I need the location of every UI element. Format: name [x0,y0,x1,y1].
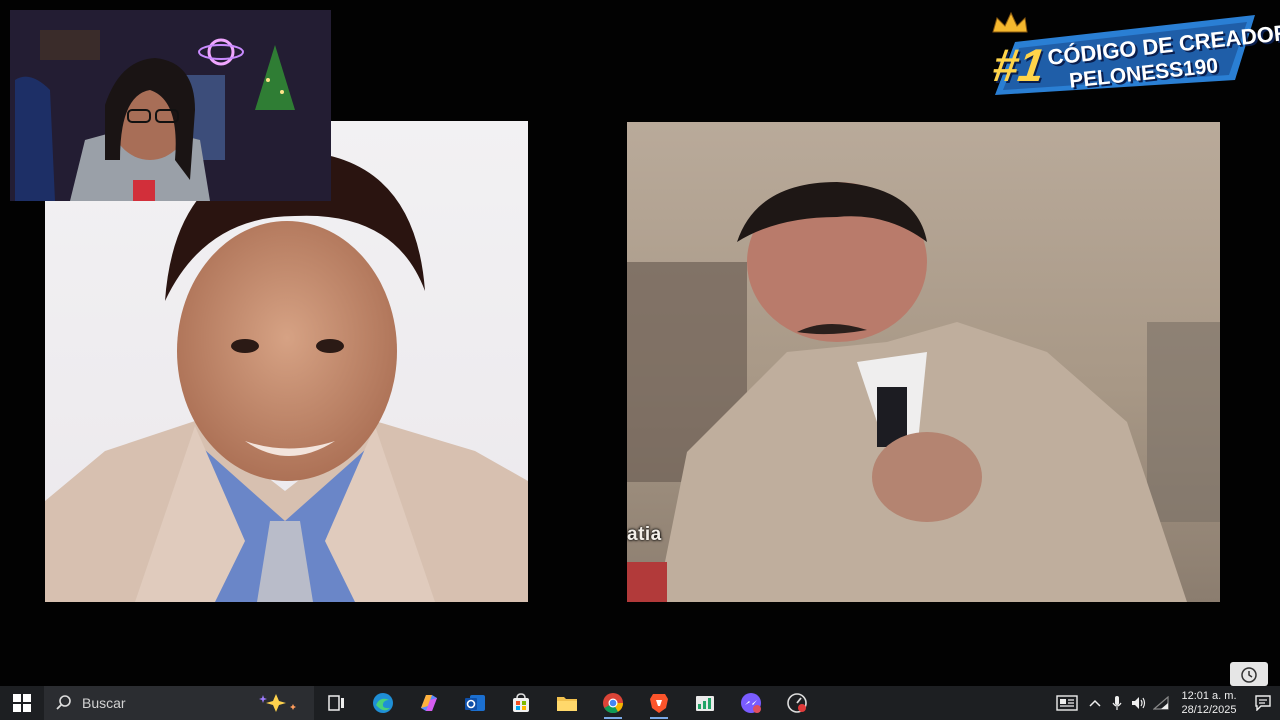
clock-time: 12:01 a. m. [1181,690,1237,702]
taskbar-clock[interactable]: 12:01 a. m. 28/12/2025 [1176,689,1242,717]
chevron-up-icon[interactable] [1084,686,1106,720]
brave-icon[interactable] [636,686,682,720]
outlook-icon[interactable] [452,686,498,720]
system-tray: 12:01 a. m. 28/12/2025 [1050,686,1280,720]
news-widget-icon[interactable] [1050,686,1084,720]
chrome-icon[interactable] [590,686,636,720]
clock-date: 28/12/2025 [1181,704,1237,716]
task-view-icon[interactable] [314,686,360,720]
copilot-sparkle-icon [254,692,300,717]
spreadsheet-app-icon[interactable] [682,686,728,720]
taskbar: Buscar 12:01 a. m. 28/12/2025 [0,686,1280,720]
volume-icon[interactable] [1128,686,1150,720]
file-explorer-icon[interactable] [544,686,590,720]
edge-icon[interactable] [360,686,406,720]
notification-icon[interactable] [1246,686,1280,720]
stream-canvas: atia #1 CÓDIGO DE CREADOR: PELONESS190 [0,0,1280,686]
clock-widget-icon[interactable] [1230,662,1268,686]
creator-rank: #1 [989,39,1048,91]
microphone-icon[interactable] [1106,686,1128,720]
video-caption-text: atia [627,524,662,545]
search-placeholder: Buscar [82,695,126,711]
webcam-overlay [10,10,331,201]
speedometer-app-icon[interactable] [774,686,820,720]
creator-code-banner: #1 CÓDIGO DE CREADOR: PELONESS190 [985,10,1280,105]
network-icon[interactable] [1150,686,1172,720]
copilot-icon[interactable] [406,686,452,720]
windows-logo-icon [13,694,31,712]
video-frame: atia [627,122,1220,602]
search-icon [56,694,72,713]
taskbar-search-box[interactable]: Buscar [44,686,314,720]
start-button[interactable] [0,686,44,720]
messenger-icon[interactable] [728,686,774,720]
microsoft-store-icon[interactable] [498,686,544,720]
